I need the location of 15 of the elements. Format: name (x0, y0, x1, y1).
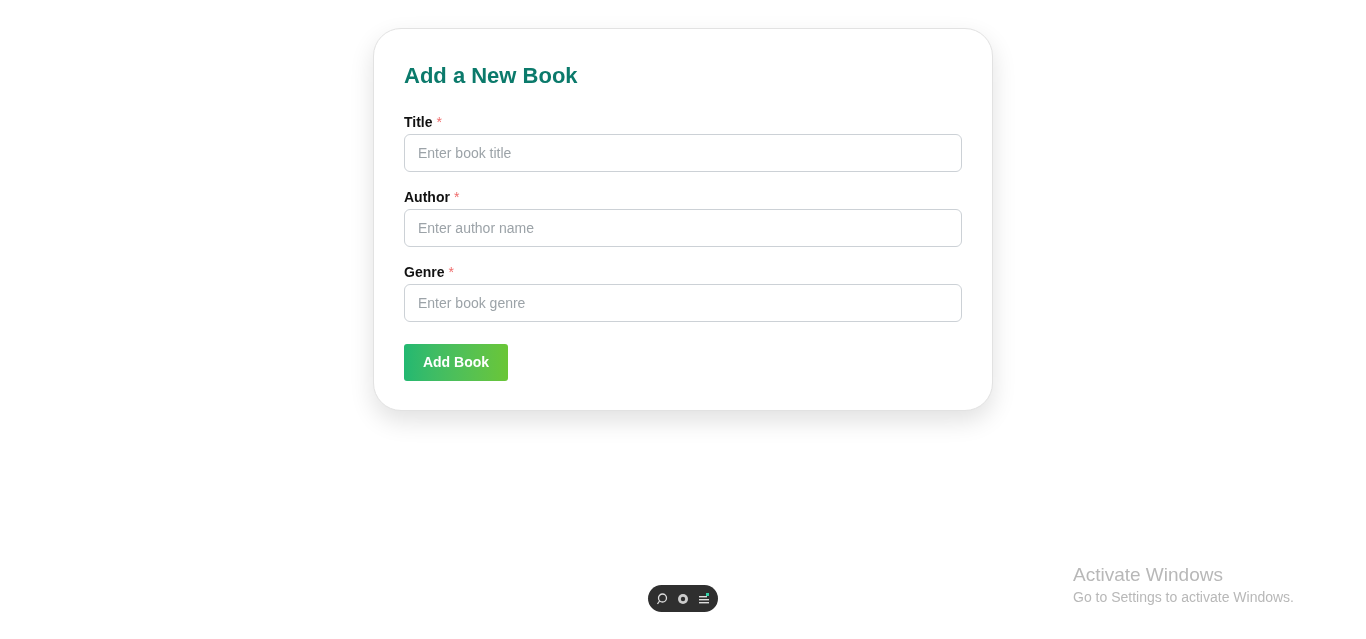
field-label: Genre (404, 263, 445, 281)
required-marker: * (436, 113, 442, 131)
activation-text: Go to Settings to activate Windows. (1073, 588, 1294, 607)
list-icon[interactable] (698, 592, 710, 605)
eye-icon[interactable] (677, 592, 689, 605)
add-book-button[interactable]: Add Book (404, 344, 508, 381)
text-input[interactable]: Enter book title (404, 134, 962, 172)
field-label: Author (404, 188, 450, 206)
text-input[interactable]: Enter author name (404, 209, 962, 247)
field-label: Title (404, 113, 433, 131)
activation-title: Activate Windows (1073, 563, 1224, 587)
required-marker: * (448, 263, 454, 281)
form-title: Add a New Book (404, 62, 579, 90)
text-input[interactable]: Enter book genre (404, 284, 962, 322)
required-marker: * (453, 188, 460, 206)
